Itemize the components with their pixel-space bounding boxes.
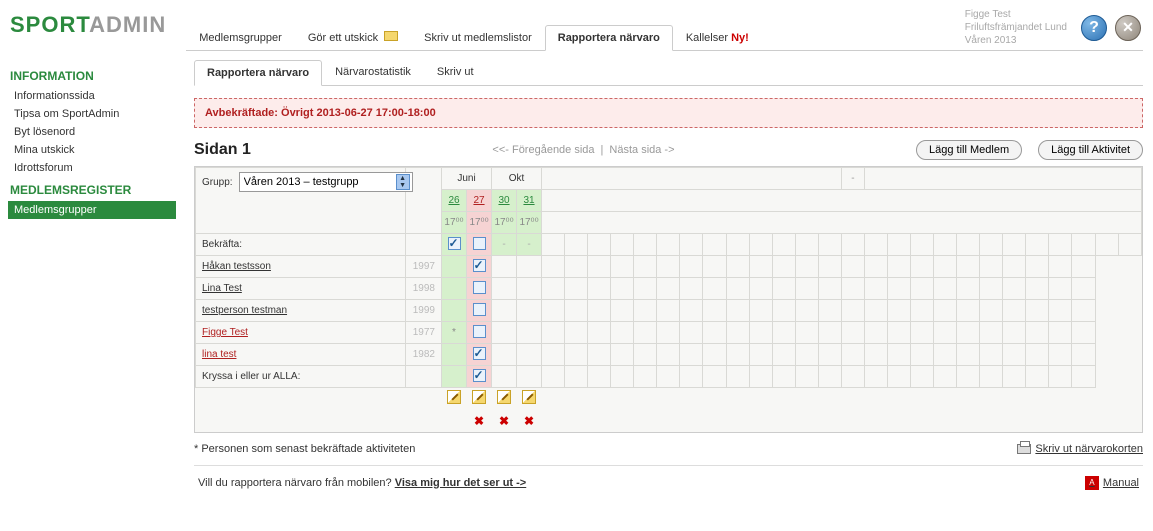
- logo: SPORTADMIN: [10, 8, 166, 50]
- confirm-label: Bekräfta:: [196, 234, 406, 256]
- sidebar-item-tipsa[interactable]: Tipsa om SportAdmin: [8, 105, 176, 123]
- month-header-juni: Juni: [442, 168, 492, 190]
- person-name[interactable]: testperson testman: [202, 305, 287, 316]
- date-26[interactable]: 26: [442, 190, 467, 212]
- tab-rapportera[interactable]: Rapportera närvaro: [545, 25, 673, 51]
- sidebar-heading-information: INFORMATION: [10, 69, 176, 83]
- att-1-27[interactable]: [473, 281, 486, 294]
- pager: <<- Föregående sida|Nästa sida ->: [267, 144, 900, 156]
- month-header-okt: Okt: [492, 168, 542, 190]
- pager-prev[interactable]: <<- Föregående sida: [492, 144, 594, 156]
- printer-icon: [1017, 444, 1031, 454]
- person-name[interactable]: lina test: [202, 349, 236, 360]
- help-button[interactable]: ?: [1081, 15, 1107, 41]
- subtab-statistik[interactable]: Närvarostatistik: [322, 59, 424, 85]
- delete-icon[interactable]: ✖: [497, 414, 511, 428]
- user-info: Figge Test Friluftsfrämjandet Lund Våren…: [965, 8, 1067, 47]
- delete-icon[interactable]: ✖: [472, 414, 486, 428]
- edit-icon[interactable]: [522, 390, 536, 404]
- attendance-grid: Grupp: ▲▼ Juni Okt -: [195, 167, 1142, 432]
- att-3-27[interactable]: [473, 325, 486, 338]
- date-31[interactable]: 31: [517, 190, 542, 212]
- subtab-skriv-ut[interactable]: Skriv ut: [424, 59, 487, 85]
- delete-icon[interactable]: ✖: [522, 414, 536, 428]
- edit-icon[interactable]: [472, 390, 486, 404]
- tab-utskick[interactable]: Gör ett utskick: [295, 24, 411, 50]
- person-row: Figge Test 1977 *: [196, 322, 1142, 344]
- confirm-27[interactable]: [473, 237, 486, 250]
- check-all[interactable]: [473, 369, 486, 382]
- sidebar-item-mina-utskick[interactable]: Mina utskick: [8, 141, 176, 159]
- confirm-26[interactable]: [448, 237, 461, 250]
- person-row: Lina Test 1998: [196, 278, 1142, 300]
- subtab-rapportera[interactable]: Rapportera närvaro: [194, 60, 322, 86]
- alert-box: Avbekräftade: Övrigt 2013-06-27 17:00-18…: [194, 98, 1143, 128]
- envelope-icon: [384, 31, 398, 41]
- close-button[interactable]: ✕: [1115, 15, 1141, 41]
- person-row: Håkan testsson 1997: [196, 256, 1142, 278]
- footnote: * Personen som senast bekräftade aktivit…: [194, 443, 415, 455]
- tab-skriv-ut[interactable]: Skriv ut medlemslistor: [411, 25, 545, 50]
- sidebar-item-idrottsforum[interactable]: Idrottsforum: [8, 159, 176, 177]
- tab-medlemsgrupper[interactable]: Medlemsgrupper: [186, 25, 295, 50]
- placeholder-dash: -: [841, 168, 864, 190]
- person-name[interactable]: Figge Test: [202, 327, 248, 338]
- group-label: Grupp:: [202, 177, 233, 188]
- sidebar-item-informationssida[interactable]: Informationssida: [8, 87, 176, 105]
- edit-icon[interactable]: [447, 390, 461, 404]
- all-label: Kryssa i eller ur ALLA:: [196, 366, 406, 388]
- sub-tabs: Rapportera närvaro Närvarostatistik Skri…: [194, 59, 1143, 86]
- date-30[interactable]: 30: [492, 190, 517, 212]
- person-row: lina test 1982: [196, 344, 1142, 366]
- manual-link[interactable]: A Manual: [1085, 476, 1139, 490]
- stepper-icon[interactable]: ▲▼: [396, 174, 410, 190]
- att-2-27[interactable]: [473, 303, 486, 316]
- pdf-icon: A: [1085, 476, 1099, 490]
- print-link[interactable]: Skriv ut närvarokorten: [1017, 443, 1143, 455]
- group-input[interactable]: [244, 176, 394, 188]
- sidebar-heading-medlemsregister: MEDLEMSREGISTER: [10, 183, 176, 197]
- page-title: Sidan 1: [194, 141, 251, 159]
- tab-kallelser[interactable]: Kallelser Ny!: [673, 25, 762, 50]
- edit-icon[interactable]: [497, 390, 511, 404]
- sidebar-item-byt-losenord[interactable]: Byt lösenord: [8, 123, 176, 141]
- att-4-27[interactable]: [473, 347, 486, 360]
- att-0-27[interactable]: [473, 259, 486, 272]
- pager-next[interactable]: Nästa sida ->: [609, 144, 674, 156]
- person-name[interactable]: Håkan testsson: [202, 261, 271, 272]
- person-row: testperson testman 1999: [196, 300, 1142, 322]
- person-name[interactable]: Lina Test: [202, 283, 242, 294]
- date-27[interactable]: 27: [467, 190, 492, 212]
- sidebar-item-medlemsgrupper[interactable]: Medlemsgrupper: [8, 201, 176, 219]
- add-activity-button[interactable]: Lägg till Aktivitet: [1038, 140, 1143, 160]
- mobile-link[interactable]: Visa mig hur det ser ut ->: [395, 477, 527, 489]
- group-select[interactable]: ▲▼: [239, 172, 413, 192]
- sidebar: INFORMATION Informationssida Tipsa om Sp…: [0, 51, 184, 504]
- add-member-button[interactable]: Lägg till Medlem: [916, 140, 1022, 160]
- mobile-question: Vill du rapportera närvaro från mobilen?: [198, 477, 392, 489]
